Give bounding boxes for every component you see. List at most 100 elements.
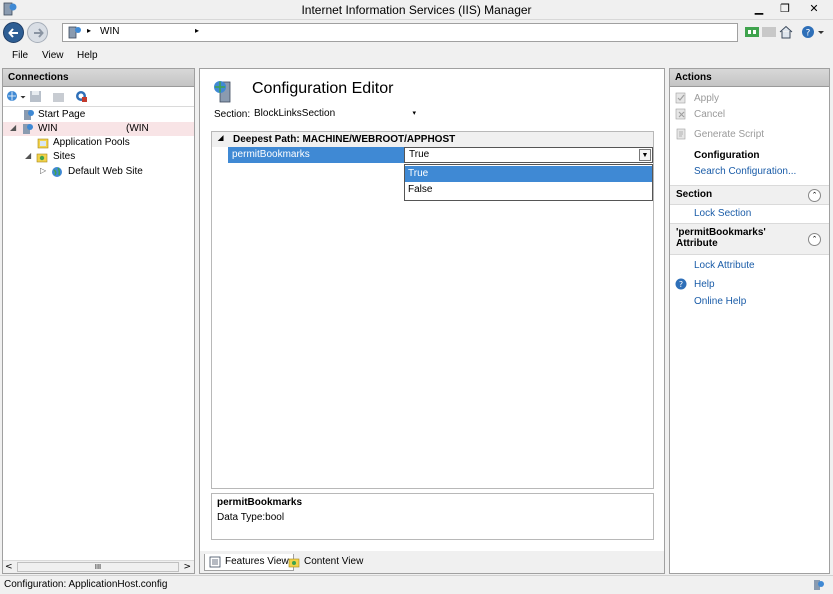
stop-icon[interactable] bbox=[762, 25, 776, 39]
horizontal-scrollbar[interactable]: < III > bbox=[3, 560, 194, 573]
action-label[interactable]: Generate Script bbox=[694, 129, 764, 140]
property-value-select[interactable]: True ▼ bbox=[404, 147, 653, 163]
action-label[interactable]: Cancel bbox=[694, 109, 725, 120]
attribute-group-header[interactable]: 'permitBookmarks' Attribute ⌃ bbox=[670, 223, 829, 255]
chevron-down-icon[interactable]: ▾ bbox=[412, 109, 416, 117]
collapse-icon[interactable]: ⌃ bbox=[808, 233, 821, 246]
status-text: Configuration: ApplicationHost.config bbox=[4, 579, 168, 590]
menu-view[interactable]: View bbox=[42, 50, 64, 61]
view-tabs: Features View Content View bbox=[200, 551, 664, 573]
tree-label[interactable]: Start Page bbox=[38, 109, 85, 120]
action-label[interactable]: Help bbox=[694, 279, 715, 290]
connect-dropdown-icon[interactable] bbox=[20, 90, 26, 103]
svg-text:?: ? bbox=[679, 280, 683, 289]
home-icon[interactable] bbox=[779, 25, 793, 39]
help-dropdown-icon[interactable] bbox=[817, 25, 825, 39]
action-label[interactable]: Apply bbox=[694, 93, 719, 104]
forward-button[interactable] bbox=[27, 22, 48, 43]
connections-header: Connections bbox=[3, 69, 194, 87]
svg-text:?: ? bbox=[806, 29, 811, 39]
window-title: Internet Information Services (IIS) Mana… bbox=[301, 3, 532, 17]
address-separator[interactable]: ▸ bbox=[87, 26, 91, 35]
tree-item-win[interactable]: ◢ WIN (WIN bbox=[3, 122, 194, 136]
section-select-value[interactable]: BlockLinksSection bbox=[254, 108, 335, 119]
configuration-editor-pane: Configuration Editor Section: BlockLinks… bbox=[199, 68, 665, 574]
forward-arrow-icon bbox=[34, 28, 44, 38]
back-button[interactable] bbox=[3, 22, 24, 43]
tree-item-start-page[interactable]: Start Page bbox=[3, 108, 194, 122]
menu-help[interactable]: Help bbox=[77, 50, 98, 61]
menu-file[interactable]: File bbox=[12, 50, 28, 61]
tab-features-view[interactable]: Features View bbox=[204, 554, 294, 571]
server-icon bbox=[23, 124, 33, 134]
back-arrow-icon bbox=[8, 28, 18, 38]
save-icon[interactable] bbox=[29, 90, 42, 103]
maximize-button[interactable]: ❐ bbox=[772, 0, 798, 18]
script-icon bbox=[676, 128, 686, 140]
tree-item-application-pools[interactable]: Application Pools bbox=[3, 136, 194, 150]
description-data-type: Data Type:bool bbox=[217, 512, 285, 523]
content-view-icon bbox=[288, 558, 300, 568]
attribute-group-subtitle: Attribute bbox=[676, 238, 718, 249]
property-row-permit-bookmarks[interactable]: permitBookmarks True ▼ bbox=[212, 147, 653, 163]
action-label[interactable]: Lock Section bbox=[694, 208, 751, 219]
up-level-icon[interactable] bbox=[52, 90, 65, 103]
tree-item-default-web-site[interactable]: ▷ Default Web Site bbox=[3, 165, 194, 179]
tree-label[interactable]: WIN bbox=[38, 123, 57, 134]
tree-expander[interactable]: ◢ bbox=[10, 123, 16, 132]
property-value[interactable]: True bbox=[409, 149, 429, 160]
tree-label[interactable]: Default Web Site bbox=[68, 166, 143, 177]
connections-toolbar bbox=[3, 87, 194, 107]
connect-to-server-icon[interactable] bbox=[6, 90, 19, 103]
tab-label[interactable]: Content View bbox=[304, 556, 363, 567]
tree-expander[interactable]: ▷ bbox=[40, 166, 46, 175]
server-status-icon bbox=[814, 580, 824, 590]
close-button[interactable]: ✕ bbox=[798, 0, 830, 18]
scroll-thumb[interactable]: III bbox=[17, 562, 179, 572]
dropdown-option-true[interactable]: True bbox=[405, 166, 652, 182]
menu-bar: File View Help bbox=[0, 46, 833, 66]
section-group-header[interactable]: Section ⌃ bbox=[670, 185, 829, 205]
cancel-icon bbox=[675, 108, 686, 120]
attribute-group-title: 'permitBookmarks' bbox=[676, 227, 766, 238]
sites-folder-icon bbox=[36, 153, 48, 163]
dropdown-option-false[interactable]: False bbox=[405, 182, 652, 198]
server-icon bbox=[68, 26, 81, 39]
status-bar: Configuration: ApplicationHost.config bbox=[0, 575, 833, 594]
tree-expander[interactable]: ◢ bbox=[25, 151, 31, 160]
collapse-icon[interactable]: ⌃ bbox=[808, 189, 821, 202]
features-view-icon bbox=[209, 556, 221, 568]
property-name[interactable]: permitBookmarks bbox=[228, 147, 404, 163]
action-label[interactable]: Search Configuration... bbox=[694, 166, 796, 177]
description-title: permitBookmarks bbox=[217, 497, 303, 508]
address-segment-win[interactable]: WIN bbox=[100, 26, 119, 37]
property-group-header[interactable]: ◢ Deepest Path: MACHINE/WEBROOT/APPHOST bbox=[212, 132, 653, 147]
apply-icon bbox=[675, 92, 686, 104]
refresh-icon[interactable] bbox=[75, 90, 88, 103]
tab-content-view[interactable]: Content View bbox=[284, 554, 367, 571]
scroll-left-button[interactable]: < bbox=[5, 562, 13, 572]
section-select[interactable]: BlockLinksSection ▾ bbox=[251, 106, 419, 123]
connect-icon[interactable] bbox=[745, 25, 759, 39]
dropdown-arrow-icon[interactable]: ▼ bbox=[639, 149, 651, 161]
action-label[interactable]: Lock Attribute bbox=[694, 260, 755, 271]
group-title: Deepest Path: MACHINE/WEBROOT/APPHOST bbox=[233, 134, 456, 145]
tree-label[interactable]: Application Pools bbox=[53, 137, 130, 148]
address-bar: ▸ WIN ▸ ? bbox=[0, 20, 833, 46]
configuration-editor-icon bbox=[214, 81, 231, 103]
tree-label[interactable]: Sites bbox=[53, 151, 75, 162]
address-field[interactable]: ▸ WIN ▸ bbox=[62, 23, 738, 42]
tree-item-sites[interactable]: ◢ Sites bbox=[3, 150, 194, 164]
help-icon: ? bbox=[675, 278, 687, 290]
scroll-right-button[interactable]: > bbox=[183, 562, 191, 572]
title-bar: Internet Information Services (IIS) Mana… bbox=[0, 0, 833, 20]
minimize-button[interactable]: ▁ bbox=[746, 0, 772, 18]
address-separator[interactable]: ▸ bbox=[195, 26, 199, 35]
section-label: Section: bbox=[214, 109, 251, 120]
actions-header: Actions bbox=[670, 69, 829, 87]
action-label[interactable]: Online Help bbox=[694, 296, 746, 307]
group-expander-icon[interactable]: ◢ bbox=[218, 134, 223, 142]
property-description: permitBookmarks Data Type:bool bbox=[211, 493, 654, 540]
tab-label[interactable]: Features View bbox=[225, 556, 289, 567]
help-icon[interactable]: ? bbox=[801, 25, 815, 39]
